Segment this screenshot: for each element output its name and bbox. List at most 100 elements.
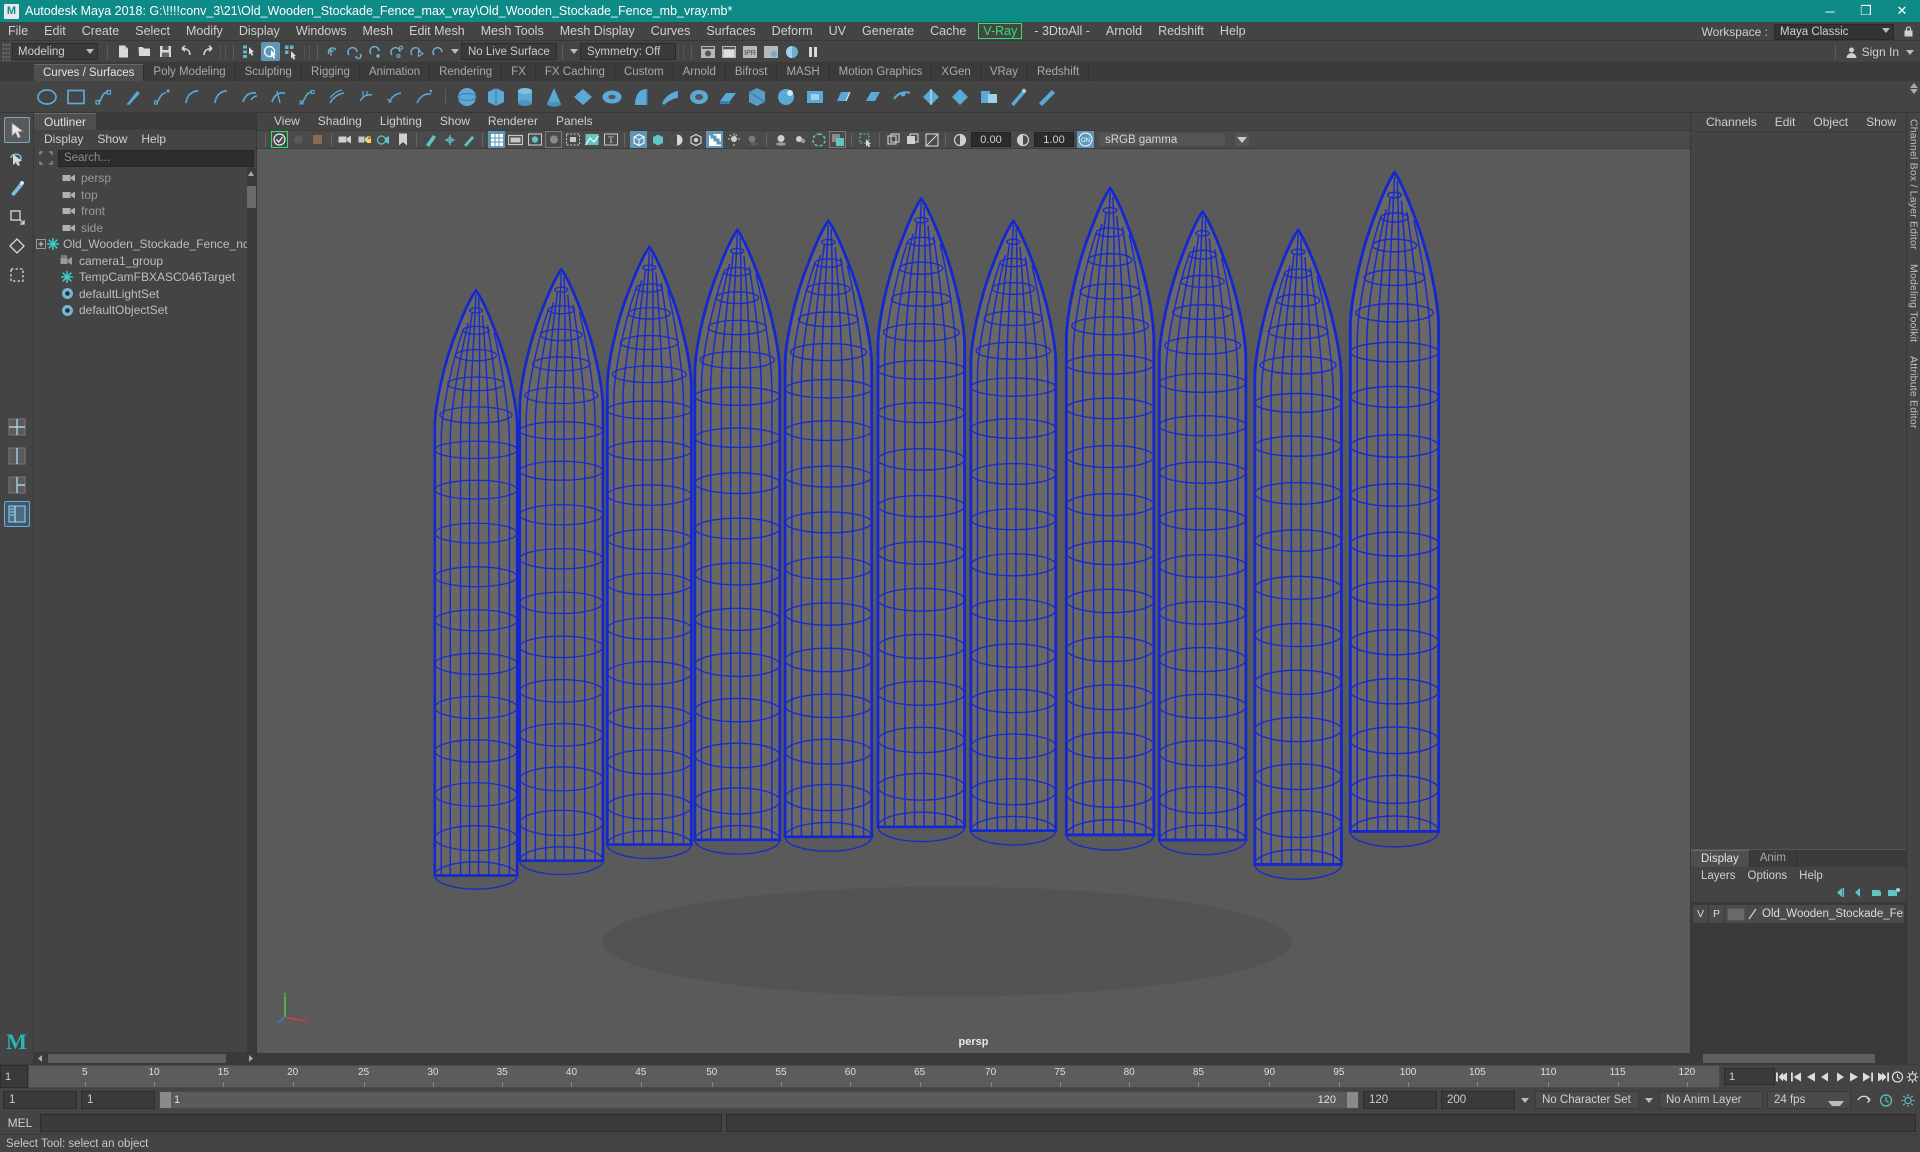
make-live-icon[interactable]: [429, 42, 448, 61]
outliner-vertical-scrollbar[interactable]: [247, 168, 256, 1052]
menu-vray[interactable]: V-Ray: [978, 23, 1023, 39]
menu-surfaces[interactable]: Surfaces: [698, 22, 763, 41]
preferences-gear-icon[interactable]: [1899, 1091, 1917, 1109]
gamma-value-field[interactable]: 1.00: [1034, 132, 1074, 147]
lasso-tool-button[interactable]: [4, 146, 30, 172]
shelf-tab-vray[interactable]: VRay: [980, 64, 1028, 81]
nurbs-torus-icon[interactable]: [599, 84, 625, 110]
detach-curves-icon[interactable]: [266, 84, 292, 110]
time-slider-track[interactable]: 5 10 15 20 25 30 35 40 45 50 55 60 65 70…: [28, 1065, 1720, 1088]
menu-deform[interactable]: Deform: [764, 22, 821, 41]
rotate-tool-button[interactable]: [4, 233, 30, 259]
outliner-menu-display[interactable]: Display: [38, 130, 89, 148]
snap-to-projected-center-icon[interactable]: [387, 42, 406, 61]
color-space-dropdown-arrow[interactable]: [1234, 132, 1250, 147]
ep-curve-tool-icon[interactable]: [92, 84, 118, 110]
redo-icon[interactable]: [198, 42, 217, 61]
safe-action-icon[interactable]: [564, 131, 581, 148]
planar-icon[interactable]: [686, 84, 712, 110]
minimize-button[interactable]: ─: [1812, 0, 1848, 22]
nurbs-circle-icon[interactable]: [34, 84, 60, 110]
help-menu[interactable]: Help: [1793, 870, 1829, 882]
gamma-correction-icon[interactable]: [829, 131, 846, 148]
layer-playback-cell[interactable]: P: [1709, 905, 1725, 923]
select-tool-button[interactable]: [3, 117, 30, 143]
lock-camera-icon[interactable]: [356, 131, 373, 148]
hypershade-icon[interactable]: [782, 42, 801, 61]
shelf-tab-animation[interactable]: Animation: [359, 64, 431, 81]
menu-uv[interactable]: UV: [821, 22, 854, 41]
layer-list[interactable]: V P Old_Wooden_Stockade_Fence: [1691, 902, 1906, 1053]
select-object-icon[interactable]: [261, 42, 280, 61]
exposure-icon[interactable]: [583, 131, 600, 148]
chevron-right-icon[interactable]: [244, 1052, 256, 1064]
layer-first-icon[interactable]: [1836, 886, 1849, 901]
menu-mesh-tools[interactable]: Mesh Tools: [473, 22, 552, 41]
options-menu[interactable]: Options: [1742, 870, 1794, 882]
animation-preferences-icon[interactable]: [1890, 1068, 1905, 1086]
viewport-grey-icon[interactable]: [290, 131, 307, 148]
shelf-tab-arnold[interactable]: Arnold: [673, 64, 726, 81]
display-layer-tab[interactable]: Display: [1691, 850, 1750, 867]
resolution-gate-icon[interactable]: [526, 131, 543, 148]
play-forwards-icon[interactable]: [1832, 1068, 1846, 1086]
menu-mesh-display[interactable]: Mesh Display: [552, 22, 643, 41]
current-time-field[interactable]: 1: [1724, 1068, 1775, 1085]
playback-end-time-field[interactable]: 120: [1363, 1091, 1437, 1109]
viewport-menu-shading[interactable]: Shading: [309, 113, 371, 130]
layers-menu[interactable]: Layers: [1695, 870, 1742, 882]
menu-generate[interactable]: Generate: [854, 22, 922, 41]
open-scene-icon[interactable]: [135, 42, 154, 61]
outliner-search-input[interactable]: Search...: [58, 149, 254, 167]
outliner-item-persp[interactable]: persp: [34, 170, 256, 187]
playback-speed-select[interactable]: 24 fps: [1767, 1091, 1851, 1109]
toolbar-grip[interactable]: [2, 42, 10, 61]
save-scene-icon[interactable]: [156, 42, 175, 61]
cv-curve-tool-icon[interactable]: [295, 84, 321, 110]
animation-settings-icon[interactable]: [1905, 1068, 1920, 1086]
search-icon[interactable]: [36, 149, 56, 167]
outliner-item-default-object-set[interactable]: defaultObjectSet: [34, 302, 256, 319]
smooth-shade-icon[interactable]: [649, 131, 666, 148]
viewport-menu-lighting[interactable]: Lighting: [371, 113, 431, 130]
show-tab[interactable]: Show: [1857, 113, 1905, 131]
live-surface-field[interactable]: No Live Surface: [461, 43, 557, 60]
three-pane-layout-button[interactable]: [4, 472, 30, 498]
shadows-icon[interactable]: [744, 131, 761, 148]
select-camera-icon[interactable]: [271, 131, 288, 148]
image-plane-icon[interactable]: [422, 131, 439, 148]
intersect-surfaces-icon[interactable]: [889, 84, 915, 110]
ipr-render-icon[interactable]: IPR: [740, 42, 759, 61]
rebuild-curve-icon[interactable]: [411, 84, 437, 110]
square-surface-icon[interactable]: [802, 84, 828, 110]
play-backwards-icon[interactable]: [1818, 1068, 1832, 1086]
snap-to-view-plane-icon[interactable]: [408, 42, 427, 61]
film-gate-icon[interactable]: [507, 131, 524, 148]
paint-select-tool-button[interactable]: [4, 175, 30, 201]
menu-cache[interactable]: Cache: [922, 22, 974, 41]
motion-blur-icon[interactable]: [791, 131, 808, 148]
symmetry-field[interactable]: Symmetry: Off: [580, 43, 676, 60]
render-sequence-icon[interactable]: [719, 42, 738, 61]
textured-icon[interactable]: [687, 131, 704, 148]
outliner-persp-layout-button[interactable]: [3, 501, 30, 527]
range-slider-right-handle[interactable]: [1347, 1092, 1358, 1108]
camera-attributes-icon[interactable]: [337, 131, 354, 148]
menu-redshift[interactable]: Redshift: [1150, 22, 1212, 41]
outliner-item-old-wooden-stockade-fence[interactable]: Old_Wooden_Stockade_Fence_ncl1_1: [34, 236, 256, 253]
shelf-tab-poly-modeling[interactable]: Poly Modeling: [144, 64, 236, 81]
shelf-tab-motion-graphics[interactable]: Motion Graphics: [829, 64, 933, 81]
add-points-tool-icon[interactable]: [150, 84, 176, 110]
object-tab[interactable]: Object: [1804, 113, 1857, 131]
outliner-horizontal-scrollbar[interactable]: [34, 1052, 256, 1064]
menu-3dtoall[interactable]: - 3DtoAll -: [1026, 22, 1098, 41]
shelf-tab-sculpting[interactable]: Sculpting: [235, 64, 302, 81]
shelf-tab-bifrost[interactable]: Bifrost: [725, 64, 778, 81]
menu-edit[interactable]: Edit: [36, 22, 74, 41]
ambient-occlusion-icon[interactable]: [772, 131, 789, 148]
layer-name[interactable]: Old_Wooden_Stockade_Fence: [1758, 908, 1904, 920]
chevron-left-icon[interactable]: [34, 1052, 46, 1064]
nurbs-cone-icon[interactable]: [541, 84, 567, 110]
outliner-item-front[interactable]: front: [34, 203, 256, 220]
wireframe-shading-icon[interactable]: [630, 131, 647, 148]
